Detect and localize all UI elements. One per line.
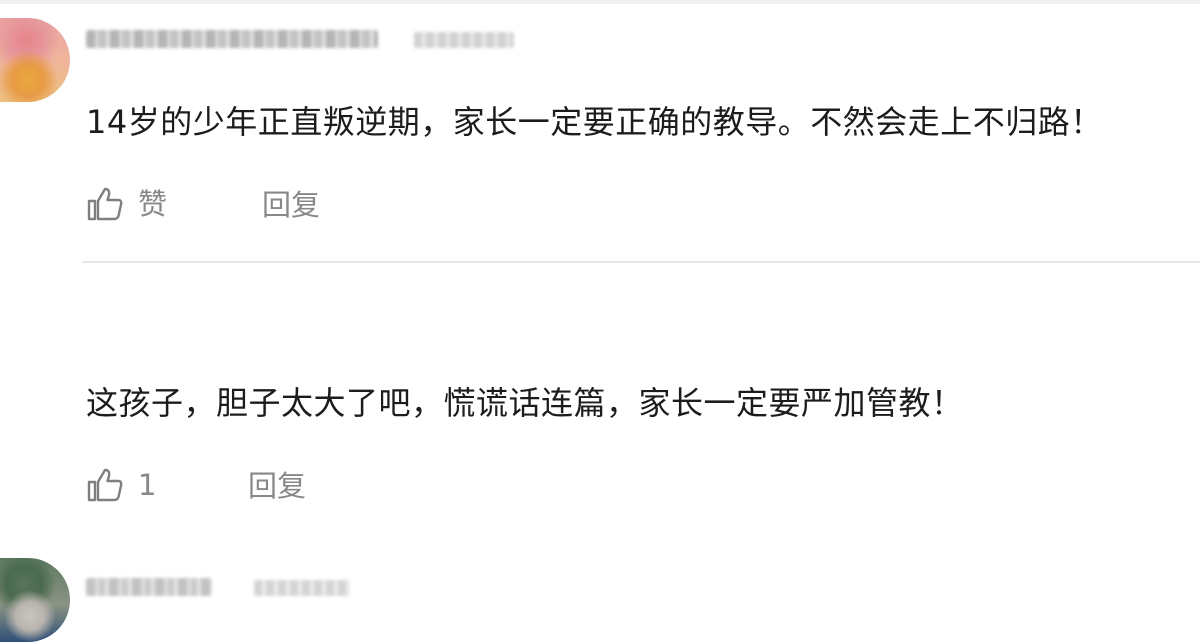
username-pixelated[interactable] — [86, 578, 212, 596]
timestamp-pixelated — [254, 580, 350, 596]
like-label: 赞 — [138, 187, 168, 221]
comment-text: 14岁的少年正直叛逆期，家长一定要正确的教导。不然会走上不归路！ — [86, 103, 1103, 141]
comment-item: 14岁的少年正直叛逆期，家长一定要正确的教导。不然会走上不归路！ 赞 回复 — [0, 0, 1200, 262]
like-button[interactable]: 赞 — [86, 186, 167, 222]
reply-button[interactable]: 回复 — [248, 468, 306, 504]
like-button[interactable]: 1 — [86, 467, 156, 503]
like-count: 1 — [138, 468, 157, 502]
reply-label: 回复 — [262, 188, 321, 222]
avatar[interactable] — [0, 558, 70, 642]
comment-text: 这孩子，胆子太大了吧，慌谎话连篇，家长一定要严加管教！ — [86, 384, 964, 422]
username-pixelated[interactable] — [86, 30, 378, 48]
avatar[interactable] — [0, 18, 70, 102]
thumbs-up-icon — [86, 186, 124, 222]
reply-label: 回复 — [248, 469, 307, 503]
reply-button[interactable]: 回复 — [262, 187, 320, 223]
thumbs-up-icon — [86, 467, 124, 503]
timestamp-pixelated — [414, 32, 514, 48]
